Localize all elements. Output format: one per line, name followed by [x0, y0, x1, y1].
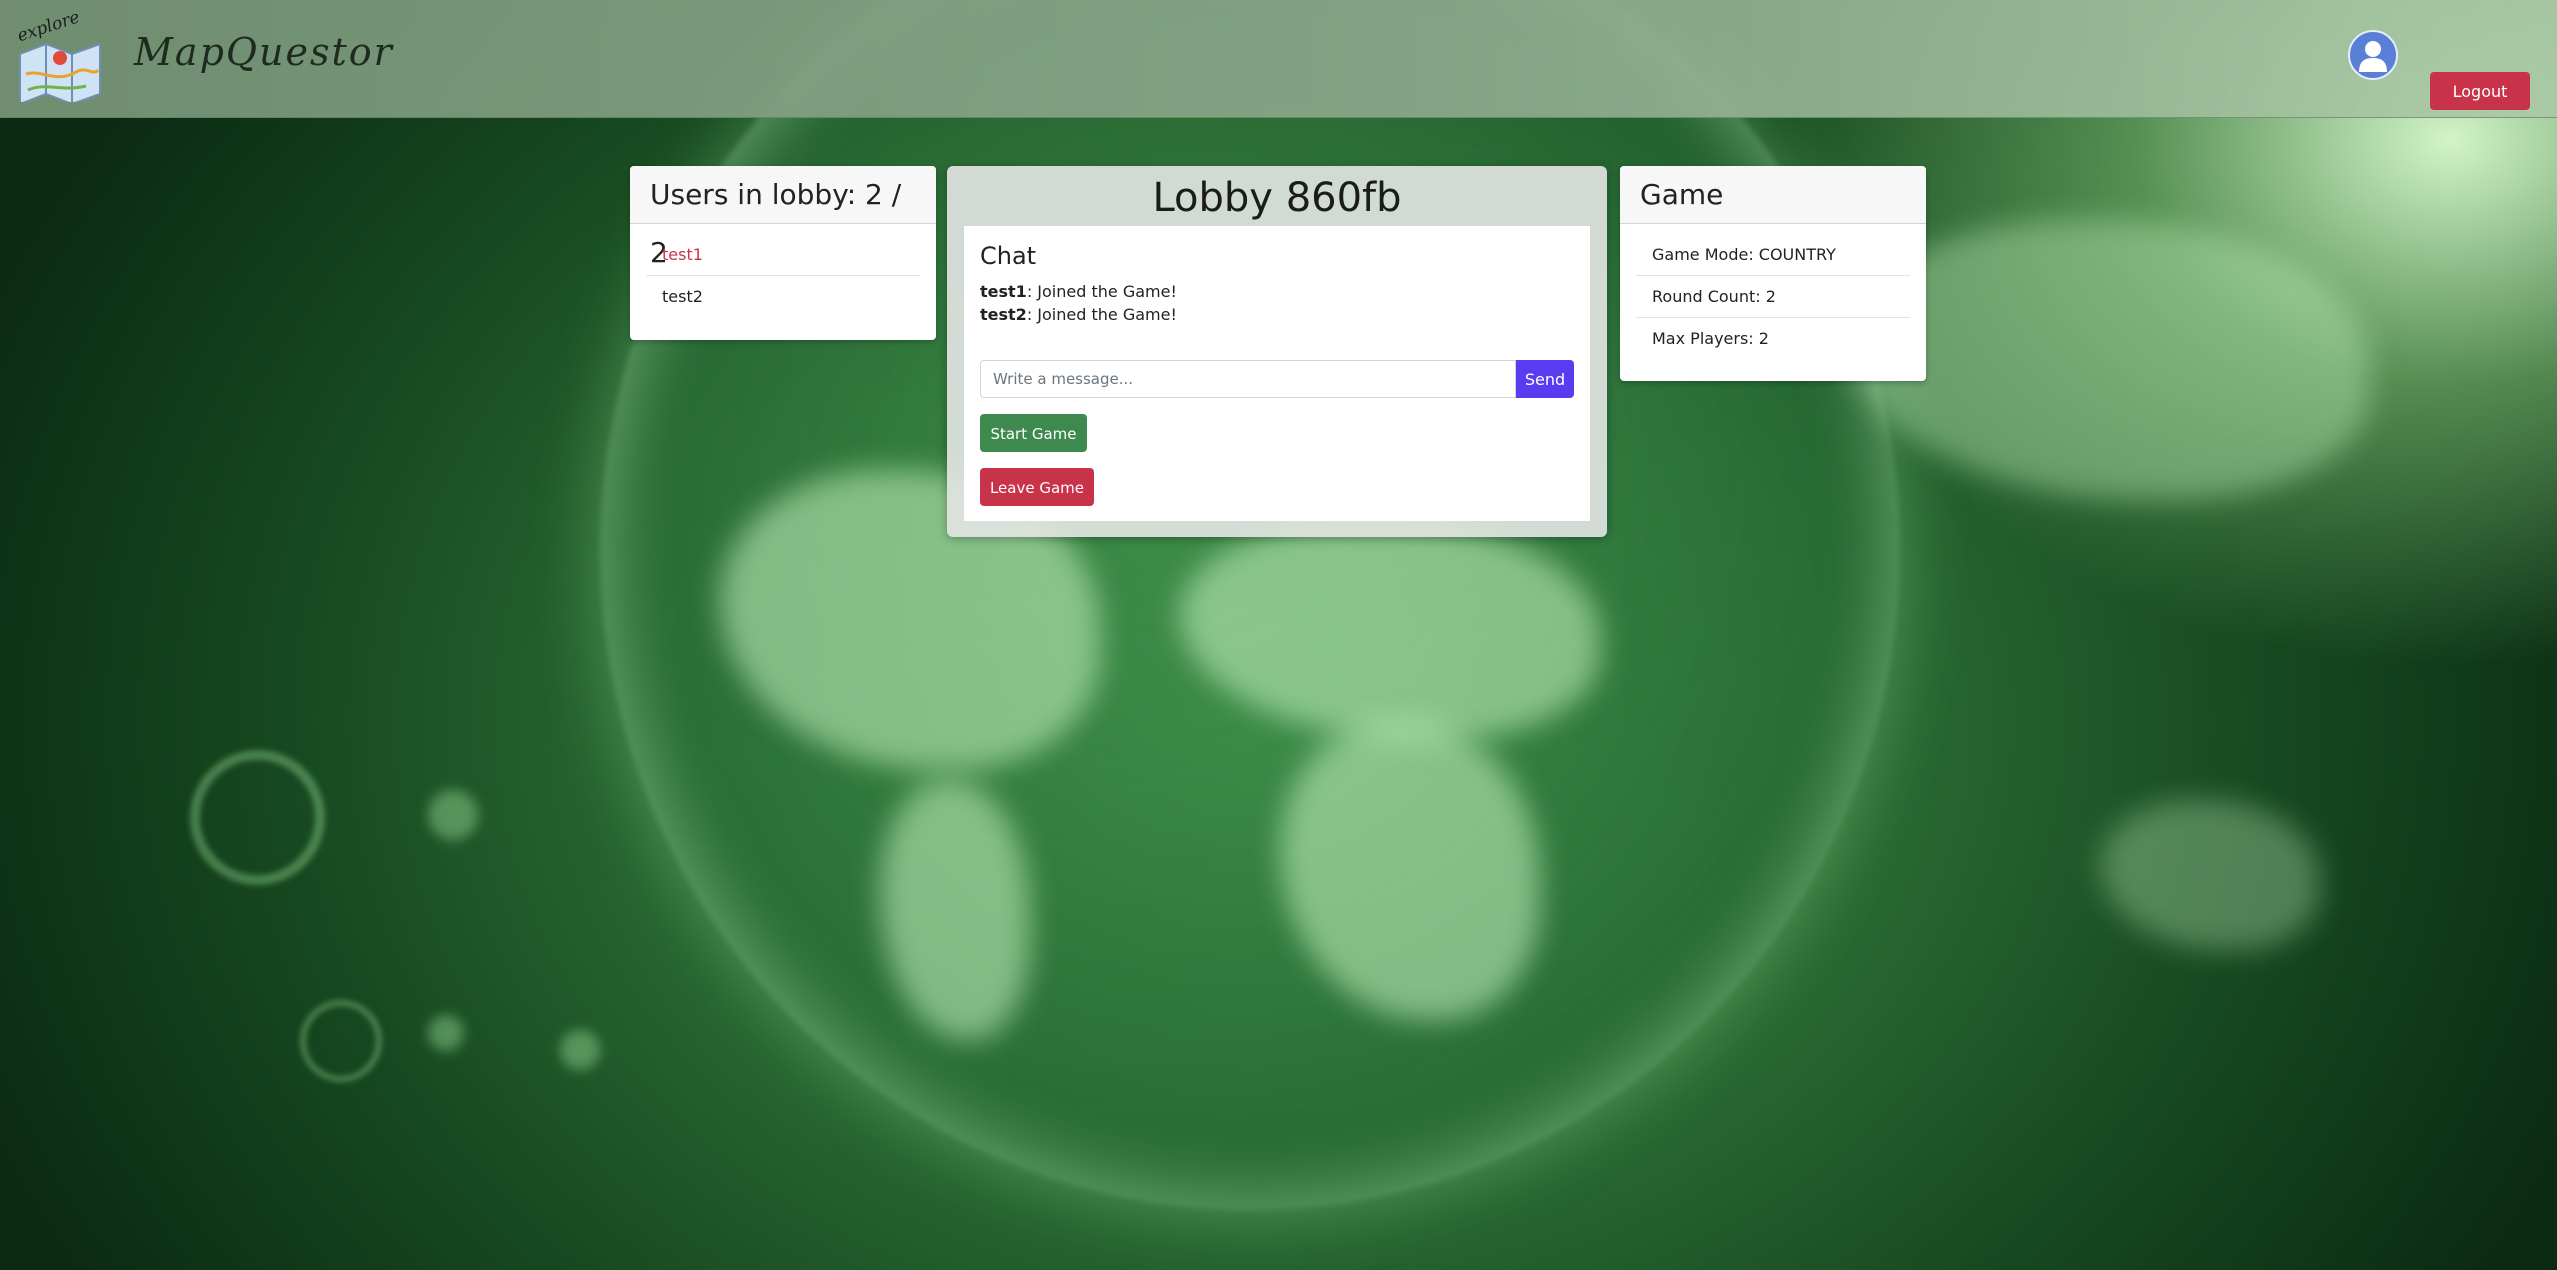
user-list-item: test2	[662, 287, 703, 306]
chat-message: test2: Joined the Game!	[980, 305, 1177, 324]
brand-title[interactable]: MapQuestor	[134, 30, 394, 74]
send-button[interactable]: Send	[1516, 360, 1574, 398]
leave-game-button[interactable]: Leave Game	[980, 468, 1094, 506]
lobby-panel: Lobby 860fb Chat test1: Joined the Game!…	[947, 166, 1607, 537]
game-setting-item: Round Count: 2	[1636, 276, 1910, 318]
game-setting-item: Game Mode: COUNTRY	[1636, 234, 1910, 276]
decorative-ring	[190, 750, 325, 885]
chat-message-user: test1	[980, 282, 1027, 301]
top-navbar: explore MapQuestor Logout	[0, 0, 2557, 118]
game-card-title: Game	[1620, 166, 1926, 224]
chat-message-text: : Joined the Game!	[1026, 282, 1177, 301]
land-shape	[2100, 800, 2320, 950]
chat-title: Chat	[980, 242, 1037, 270]
decorative-dot	[428, 790, 478, 840]
chat-message-user: test2	[980, 305, 1027, 324]
decorative-ring	[300, 1000, 382, 1082]
logo-text: explore	[16, 14, 82, 46]
chat-box: Chat test1: Joined the Game! test2: Join…	[964, 226, 1590, 521]
chat-message-input[interactable]	[980, 360, 1516, 398]
game-settings-card: Game Game Mode: COUNTRY Round Count: 2 M…	[1620, 166, 1926, 381]
chat-message: test1: Joined the Game!	[980, 282, 1177, 301]
game-settings-list: Game Mode: COUNTRY Round Count: 2 Max Pl…	[1636, 234, 1910, 359]
lobby-title: Lobby 860fb	[1152, 175, 1402, 221]
user-list-item: test1	[646, 234, 920, 276]
user-list: test1 test2	[646, 234, 920, 317]
start-game-button[interactable]: Start Game	[980, 414, 1087, 452]
users-card-title: Users in lobby: 2 / 2	[630, 166, 936, 269]
users-lobby-card: Users in lobby: 2 / 2 test1 test2	[630, 166, 936, 340]
decorative-dot	[428, 1015, 464, 1051]
game-setting-item: Max Players: 2	[1652, 329, 1769, 348]
user-avatar-icon[interactable]	[2348, 30, 2398, 80]
land-shape	[1850, 220, 2370, 500]
chat-message-text: : Joined the Game!	[1026, 305, 1177, 324]
decorative-dot	[560, 1030, 600, 1070]
logout-button[interactable]: Logout	[2430, 72, 2530, 110]
map-logo-icon[interactable]: explore	[16, 14, 104, 102]
